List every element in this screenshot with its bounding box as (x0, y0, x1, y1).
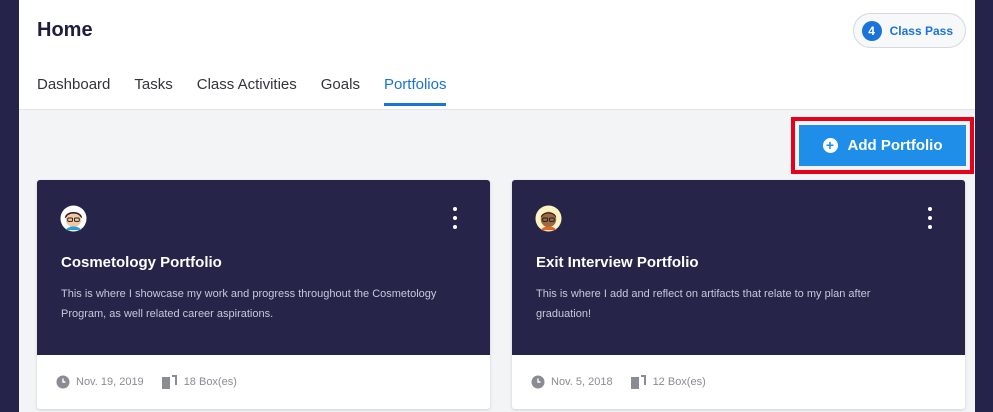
more-options-icon[interactable] (450, 207, 460, 229)
class-pass-button[interactable]: 4 Class Pass (852, 13, 966, 48)
man-glasses-avatar-icon (535, 205, 562, 232)
tab-class-activities[interactable]: Class Activities (197, 76, 297, 105)
class-pass-count-badge: 4 (861, 20, 882, 41)
portfolio-title[interactable]: Cosmetology Portfolio (61, 254, 222, 271)
portfolio-description: This is where I add and reflect on artif… (536, 288, 871, 320)
add-portfolio-label: Add Portfolio (847, 137, 943, 154)
page-header: Home 4 Class Pass Dashboard Tasks Class … (19, 0, 975, 110)
portfolio-box-count: 18 Box(es) (183, 376, 237, 388)
class-pass-label: Class Pass (889, 23, 953, 38)
tab-portfolios[interactable]: Portfolios (383, 76, 446, 106)
portfolio-card[interactable]: Cosmetology Portfolio This is where I sh… (37, 180, 490, 409)
portfolio-date: Nov. 5, 2018 (551, 376, 613, 388)
boxes-icon (630, 375, 646, 389)
tab-bar: Dashboard Tasks Class Activities Goals P… (37, 76, 446, 106)
page-title: Home (37, 19, 93, 41)
add-portfolio-button[interactable]: + Add Portfolio (799, 125, 966, 166)
portfolio-date: Nov. 19, 2019 (76, 376, 144, 388)
woman-glasses-avatar-icon (60, 205, 87, 232)
tab-tasks[interactable]: Tasks (134, 76, 172, 105)
boxes-icon (161, 375, 177, 389)
portfolio-description: This is where I showcase my work and pro… (61, 288, 437, 320)
portfolio-card-footer: Nov. 5, 2018 12 Box(es) (512, 355, 965, 409)
clock-icon (56, 375, 70, 389)
portfolio-card-header: Exit Interview Portfolio This is where I… (512, 180, 965, 355)
clock-icon (531, 375, 545, 389)
main-panel: Home 4 Class Pass Dashboard Tasks Class … (19, 0, 975, 412)
portfolio-card[interactable]: Exit Interview Portfolio This is where I… (512, 180, 965, 409)
more-options-icon[interactable] (925, 207, 935, 229)
portfolio-list: Cosmetology Portfolio This is where I sh… (37, 180, 965, 409)
tab-goals[interactable]: Goals (321, 76, 360, 105)
tab-dashboard[interactable]: Dashboard (37, 76, 110, 105)
add-portfolio-highlight: + Add Portfolio (791, 117, 974, 174)
portfolio-box-count: 12 Box(es) (652, 376, 706, 388)
portfolio-card-header: Cosmetology Portfolio This is where I sh… (37, 180, 490, 355)
portfolio-card-footer: Nov. 19, 2019 18 Box(es) (37, 355, 490, 409)
plus-circle-icon: + (822, 138, 838, 153)
portfolio-title[interactable]: Exit Interview Portfolio (536, 254, 699, 271)
